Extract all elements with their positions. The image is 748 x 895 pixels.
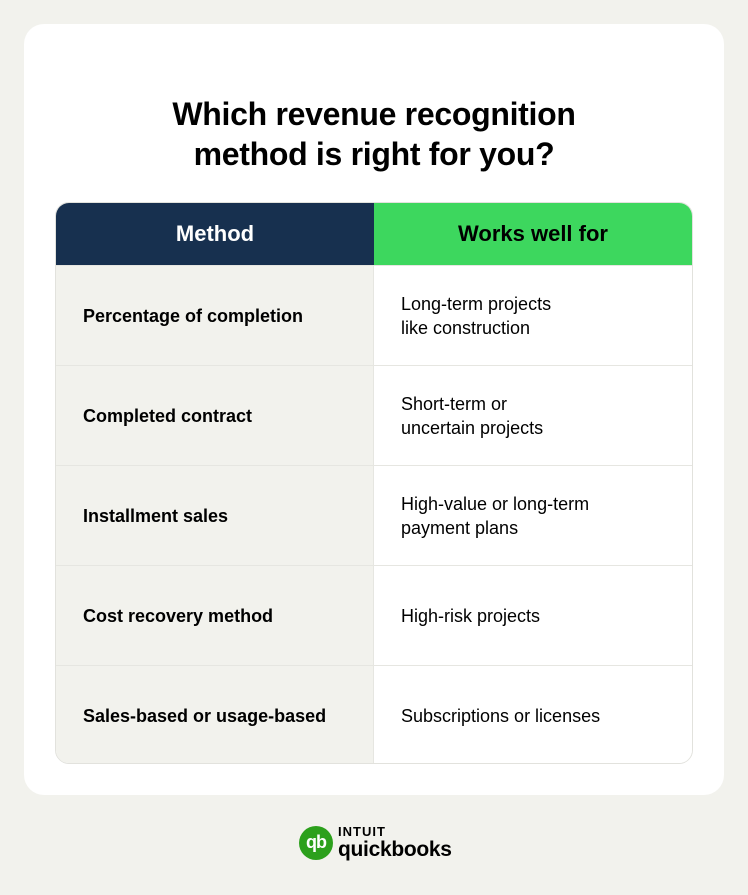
method-cell: Percentage of completion [56,266,374,365]
header-method: Method [56,203,374,265]
quickbooks-icon: qb [299,825,333,860]
logo-product: quickbooks [338,838,452,861]
method-cell: Sales-based or usage-based [56,666,374,763]
logo-wordmark: INTUIT quickbooks [338,825,452,860]
comparison-table: Method Works well for Percentage of comp… [55,202,693,764]
page-title: Which revenue recognition method is righ… [24,94,724,174]
method-cell: Cost recovery method [56,566,374,665]
header-works-well-for: Works well for [374,203,692,265]
table-row: Sales-based or usage-based Subscriptions… [56,665,692,763]
content-card: Which revenue recognition method is righ… [24,24,724,795]
logo-brand: INTUIT [338,824,386,839]
title-line-2: method is right for you? [193,136,555,172]
method-cell: Installment sales [56,466,374,565]
method-cell: Completed contract [56,366,374,465]
table-row: Percentage of completion Long-term proje… [56,265,692,365]
works-cell: High-value or long-term payment plans [374,466,692,565]
works-cell: Subscriptions or licenses [374,666,692,763]
intuit-quickbooks-logo: qb INTUIT quickbooks [299,825,452,860]
table-row: Cost recovery method High-risk projects [56,565,692,665]
works-cell: Long-term projects like construction [374,266,692,365]
table-row: Completed contract Short-term or uncerta… [56,365,692,465]
table-row: Installment sales High-value or long-ter… [56,465,692,565]
works-cell: Short-term or uncertain projects [374,366,692,465]
table-header: Method Works well for [56,203,692,265]
works-cell: High-risk projects [374,566,692,665]
title-line-1: Which revenue recognition [172,96,576,132]
